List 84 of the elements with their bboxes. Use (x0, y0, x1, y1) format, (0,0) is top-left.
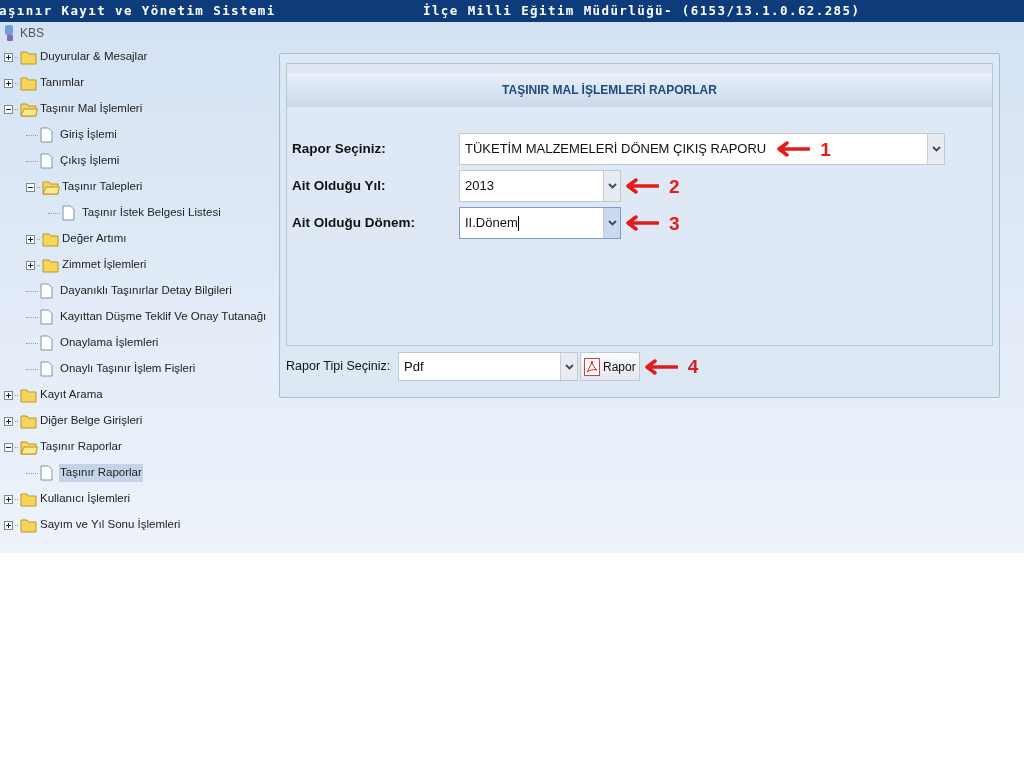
folder-icon (20, 75, 38, 91)
dropdown-button[interactable] (603, 208, 620, 238)
folder-icon (42, 231, 60, 247)
text-cursor (517, 215, 519, 231)
tree-root[interactable]: KBS (20, 24, 44, 42)
select-value: II.Dönem (464, 214, 518, 233)
open-folder-icon (20, 439, 38, 455)
tree-item[interactable]: Taşınır Raporlar (59, 464, 143, 482)
tree-item[interactable]: Onaylı Taşınır İşlem Fişleri (59, 360, 197, 378)
select-field[interactable]: 2013 (459, 170, 621, 202)
collapse-icon[interactable] (4, 442, 13, 452)
folder-icon (20, 387, 38, 403)
document-icon (40, 309, 53, 325)
expand-icon[interactable] (26, 234, 35, 244)
document-icon (40, 335, 53, 351)
select-value: Pdf (403, 357, 424, 376)
tree-item[interactable]: Kayıttan Düşme Teklif Ve Onay Tutanağı (59, 308, 268, 326)
dropdown-button[interactable] (560, 353, 577, 380)
field-label: Ait Olduğu Yıl: (292, 176, 387, 195)
select-field[interactable]: TÜKETİM MALZEMELERİ DÖNEM ÇIKIŞ RAPORU 1 (459, 133, 945, 165)
tree-item[interactable]: Taşınır İstek Belgesi Listesi (81, 204, 222, 222)
document-icon (40, 153, 53, 169)
expand-icon[interactable] (26, 260, 35, 270)
expand-icon[interactable] (4, 52, 13, 62)
open-folder-icon (20, 101, 38, 117)
tree-item[interactable]: Kullanıcı İşlemleri (40, 490, 131, 508)
caret-icon (931, 146, 941, 152)
tree-item[interactable]: Onaylama İşlemleri (59, 334, 160, 352)
org-title: İlçe Milli Eğitim Müdürlüğü- (6153/13.1.0.62.285) (423, 1, 861, 20)
document-icon (40, 283, 53, 299)
tree-item[interactable]: Taşınır Mal İşlemleri (40, 100, 143, 118)
open-folder-icon (42, 179, 60, 195)
arrow-icon (625, 215, 659, 231)
tree-item[interactable]: Duyurular & Mesajlar (40, 48, 148, 66)
caret-icon (607, 220, 617, 226)
document-icon (62, 205, 75, 221)
folder-icon (20, 413, 38, 429)
callout-number: 1 (820, 139, 831, 159)
dropdown-button[interactable] (603, 171, 620, 201)
folder-icon (20, 491, 38, 507)
arrow-icon (776, 141, 811, 157)
tree-item[interactable]: Taşınır Raporlar (40, 438, 122, 456)
tree-item[interactable]: Diğer Belge Girişleri (40, 412, 143, 430)
folder-icon (20, 49, 38, 65)
expand-icon[interactable] (4, 416, 13, 426)
field-label: Ait Olduğu Dönem: (292, 213, 416, 232)
folder-icon (20, 517, 38, 533)
expand-icon[interactable] (4, 494, 13, 504)
expand-icon[interactable] (4, 520, 13, 530)
select-value: TÜKETİM MALZEMELERİ DÖNEM ÇIKIŞ RAPORU (464, 140, 767, 159)
tree-item[interactable]: Taşınır Talepleri (62, 178, 143, 196)
document-icon (40, 465, 53, 481)
callout-number: 4 (687, 357, 699, 376)
tree-item[interactable]: Tanımlar (40, 74, 85, 92)
tree-item[interactable]: Dayanıklı Taşınırlar Detay Bilgileri (59, 282, 233, 300)
pdf-icon (584, 357, 600, 376)
tree-item[interactable]: Sayım ve Yıl Sonu İşlemleri (40, 516, 181, 534)
field-label: Rapor Seçiniz: (292, 139, 387, 158)
expand-icon[interactable] (4, 390, 13, 400)
arrow-icon (625, 178, 659, 194)
caret-icon (564, 363, 574, 370)
document-icon (40, 127, 53, 143)
panel-title: TAŞINIR MAL İŞLEMLERİ RAPORLAR (502, 82, 717, 99)
tree-item[interactable]: Değer Artımı (62, 230, 127, 248)
folder-icon (42, 257, 60, 273)
field-label: Rapor Tipi Seçiniz: (286, 358, 392, 376)
dropdown-button[interactable] (927, 134, 944, 164)
document-icon (40, 361, 53, 377)
collapse-icon[interactable] (26, 182, 35, 192)
tree-item[interactable]: Zimmet İşlemleri (62, 256, 147, 274)
select-value: 2013 (464, 177, 494, 196)
tree-item[interactable]: Çıkış İşlemi (59, 152, 121, 170)
select-field[interactable]: Pdf (398, 352, 578, 381)
arrow-icon (643, 358, 678, 375)
caret-icon (607, 183, 617, 189)
tree-item[interactable]: Kayıt Arama (40, 386, 103, 404)
callout-number: 2 (669, 176, 680, 196)
tree-item[interactable]: Giriş İşlemi (59, 126, 118, 144)
collapse-icon[interactable] (4, 104, 13, 114)
select-field[interactable]: II.Dönem (459, 207, 621, 239)
report-button[interactable]: Rapor (580, 352, 640, 381)
callout-number: 3 (669, 213, 680, 233)
expand-icon[interactable] (4, 78, 13, 88)
app-title: aşınır Kayıt ve Yönetim Sistemi (0, 1, 277, 20)
